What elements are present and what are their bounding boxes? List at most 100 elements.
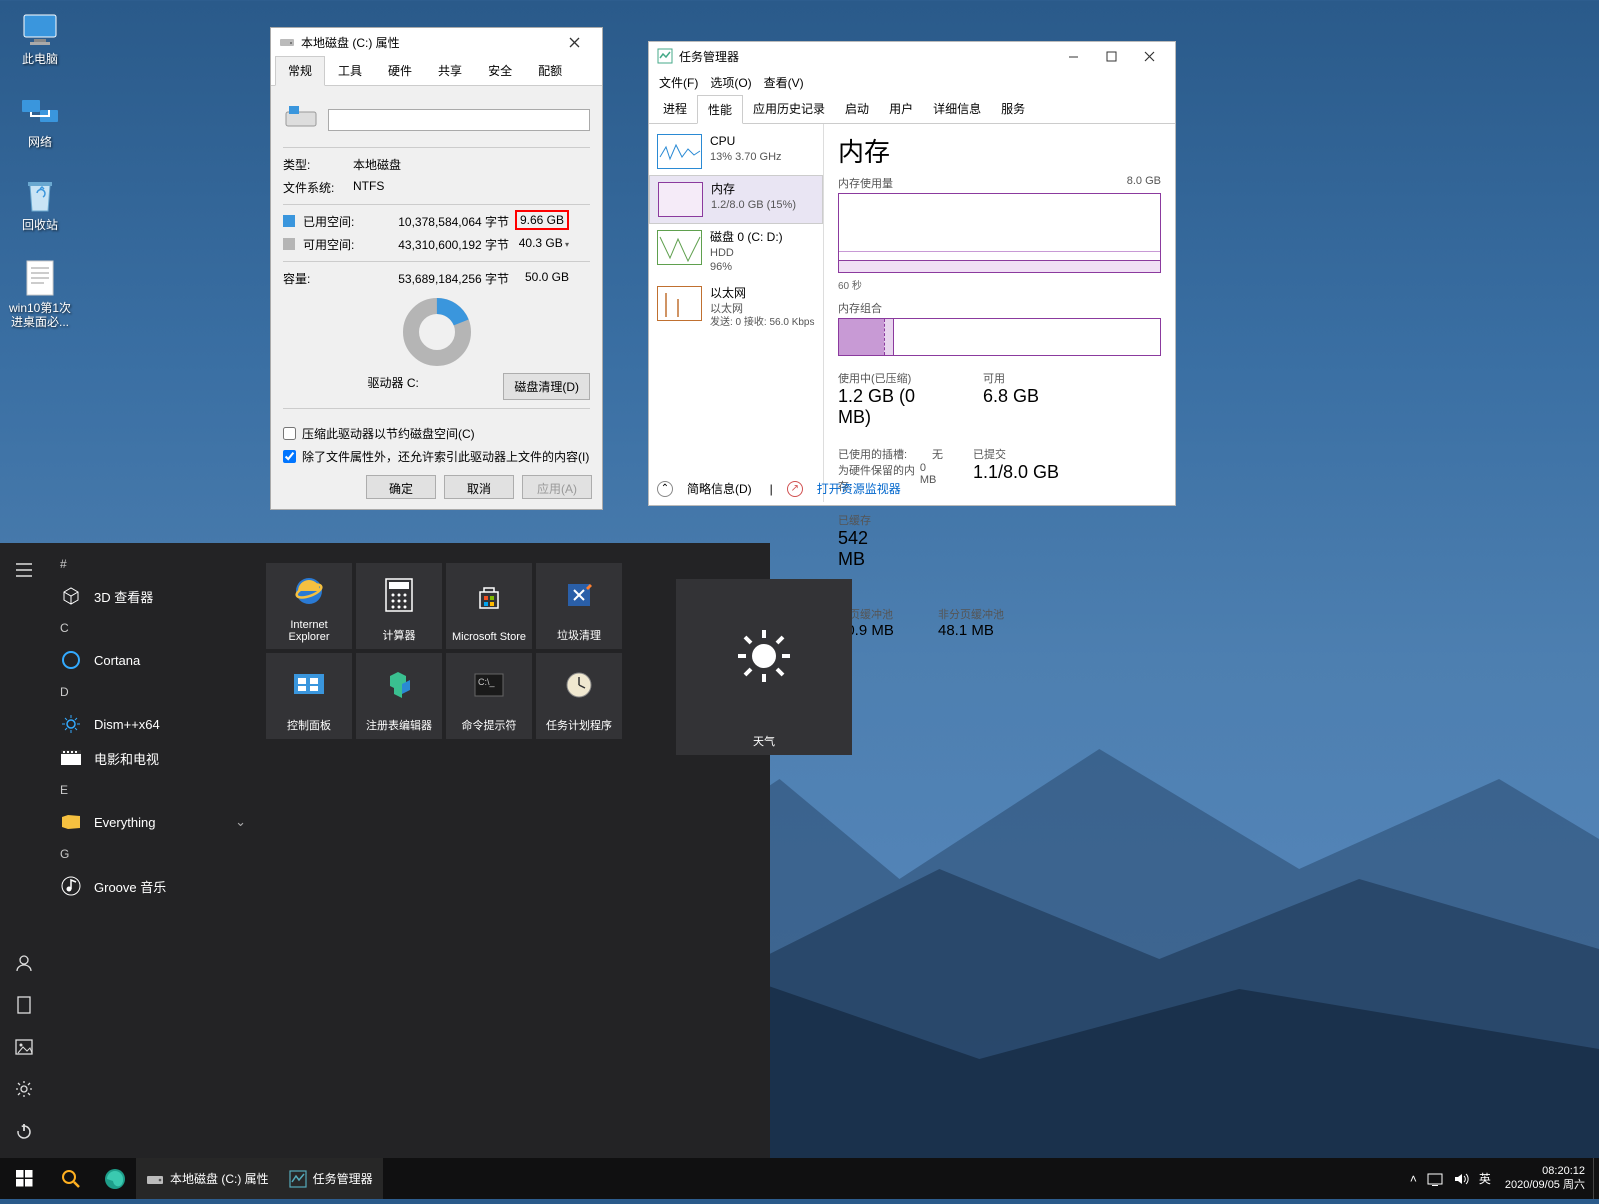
app-item[interactable]: Groove 音乐: [48, 869, 258, 903]
app-item[interactable]: Cortana: [48, 643, 258, 677]
show-desktop-button[interactable]: [1593, 1158, 1599, 1199]
tab-startup[interactable]: 启动: [835, 95, 879, 123]
label: 此电脑: [22, 52, 58, 66]
tile[interactable]: 注册表编辑器: [356, 653, 442, 739]
sidebar-disk[interactable]: 磁盘 0 (C: D:)HDD96%: [649, 224, 823, 280]
ime-indicator[interactable]: 英: [1479, 1170, 1491, 1187]
desktop-icons: 此电脑 网络 回收站 win10第1次进桌面必...: [5, 5, 75, 337]
drive-name-input[interactable]: [328, 109, 590, 131]
power-button[interactable]: [0, 1110, 48, 1152]
fs-value: NTFS: [353, 179, 384, 196]
tab-performance[interactable]: 性能: [697, 95, 743, 124]
start-app-list[interactable]: #3D 查看器CCortanaDDism++x64电影和电视EEverythin…: [48, 543, 258, 1158]
tile[interactable]: Microsoft Store: [446, 563, 532, 649]
taskbar-task-manager[interactable]: 任务管理器: [279, 1158, 383, 1199]
disk-cleanup-button[interactable]: 磁盘清理(D): [503, 373, 590, 400]
tile[interactable]: Internet Explorer: [266, 563, 352, 649]
app-item[interactable]: 电影和电视: [48, 741, 258, 775]
maximize-icon: [1106, 51, 1117, 62]
sidebar-memory[interactable]: 内存1.2/8.0 GB (15%): [649, 175, 823, 224]
app-item[interactable]: Everything⌄: [48, 805, 258, 839]
minimize-button[interactable]: [1055, 43, 1091, 69]
tm-title-text: 任务管理器: [679, 48, 739, 65]
section-header[interactable]: C: [48, 613, 258, 643]
hamburger-button[interactable]: [0, 549, 48, 591]
comp-label: 内存组合: [838, 300, 882, 316]
section-header[interactable]: D: [48, 677, 258, 707]
type-value: 本地磁盘: [353, 156, 401, 173]
index-checkbox[interactable]: 除了文件属性外，还允许索引此驱动器上文件的内容(I): [283, 448, 590, 465]
tab-app-history[interactable]: 应用历史记录: [743, 95, 835, 123]
pictures-button[interactable]: [0, 1026, 48, 1068]
network-tray-icon[interactable]: [1427, 1172, 1443, 1186]
desktop-icon-network[interactable]: 网络: [5, 88, 75, 163]
task-manager-window: 任务管理器 文件(F) 选项(O) 查看(V) 进程 性能 应用历史记录 启动 …: [648, 41, 1176, 506]
tile[interactable]: 垃圾清理: [536, 563, 622, 649]
menu-options[interactable]: 选项(O): [710, 74, 751, 91]
graph-label: 内存使用量: [838, 175, 893, 191]
start-button[interactable]: [0, 1158, 48, 1199]
user-button[interactable]: [0, 942, 48, 984]
app-item[interactable]: Dism++x64: [48, 707, 258, 741]
cancel-button[interactable]: 取消: [444, 475, 514, 499]
memory-heading: 内存: [838, 132, 1161, 169]
taskbar-edge[interactable]: [94, 1158, 136, 1199]
start-menu: #3D 查看器CCortanaDDism++x64电影和电视EEverythin…: [0, 543, 770, 1158]
capacity-gb: 50.0 GB: [509, 270, 569, 287]
documents-button[interactable]: [0, 984, 48, 1026]
apply-button[interactable]: 应用(A): [522, 475, 592, 499]
tile[interactable]: C:\_命令提示符: [446, 653, 532, 739]
desktop-icon-this-pc[interactable]: 此电脑: [5, 5, 75, 80]
tm-main-panel: 内存 内存使用量8.0 GB 60 秒 内存组合 使用中(已压缩)1.2 GB …: [824, 124, 1175, 502]
tile[interactable]: 任务计划程序: [536, 653, 622, 739]
desktop-icon-textfile[interactable]: win10第1次进桌面必...: [5, 254, 75, 329]
taskbar-drive-props[interactable]: 本地磁盘 (C:) 属性: [136, 1158, 279, 1199]
fewer-details-icon[interactable]: ⌃: [657, 481, 673, 497]
tab-processes[interactable]: 进程: [653, 95, 697, 123]
chevron-down-icon: ⌄: [235, 814, 246, 830]
drive-properties-dialog: 本地磁盘 (C:) 属性 常规 工具 硬件 共享 安全 配额 类型:本地磁盘 文…: [270, 27, 603, 510]
close-button[interactable]: [1131, 43, 1167, 69]
ok-button[interactable]: 确定: [366, 475, 436, 499]
settings-button[interactable]: [0, 1068, 48, 1110]
tile[interactable]: 计算器: [356, 563, 442, 649]
tab-hardware[interactable]: 硬件: [375, 56, 425, 85]
tray-chevron[interactable]: ˄: [1410, 1172, 1417, 1186]
desktop-icon-recycle-bin[interactable]: 回收站: [5, 171, 75, 246]
menu-file[interactable]: 文件(F): [659, 74, 698, 91]
tab-sharing[interactable]: 共享: [425, 56, 475, 85]
pc-icon: [20, 9, 60, 49]
tab-general[interactable]: 常规: [275, 56, 325, 86]
tm-titlebar[interactable]: 任务管理器: [649, 42, 1175, 70]
section-header[interactable]: #: [48, 549, 258, 579]
search-button[interactable]: [48, 1158, 94, 1199]
tile[interactable]: 控制面板: [266, 653, 352, 739]
minimize-icon: [1068, 51, 1079, 62]
app-item[interactable]: 3D 查看器: [48, 579, 258, 613]
sidebar-ethernet[interactable]: 以太网以太网发送: 0 接收: 56.0 Kbps: [649, 280, 823, 335]
tab-tools[interactable]: 工具: [325, 56, 375, 85]
sun-icon: [732, 585, 796, 727]
tab-users[interactable]: 用户: [879, 95, 923, 123]
memory-thumb: [658, 182, 703, 217]
taskbar-clock[interactable]: 08:20:12 2020/09/05 周六: [1497, 1165, 1593, 1191]
sidebar-cpu[interactable]: CPU13% 3.70 GHz: [649, 128, 823, 175]
close-button[interactable]: [554, 28, 594, 56]
tab-quota[interactable]: 配额: [525, 56, 575, 85]
volume-tray-icon[interactable]: [1453, 1172, 1469, 1186]
tile-weather[interactable]: 天气: [676, 579, 852, 755]
fewer-details-button[interactable]: 简略信息(D): [687, 480, 752, 497]
resource-monitor-link[interactable]: 打开资源监视器: [817, 480, 901, 497]
dialog-titlebar[interactable]: 本地磁盘 (C:) 属性: [271, 28, 602, 56]
compress-checkbox[interactable]: 压缩此驱动器以节约磁盘空间(C): [283, 425, 590, 442]
tab-services[interactable]: 服务: [991, 95, 1035, 123]
maximize-button[interactable]: [1093, 43, 1129, 69]
menu-view[interactable]: 查看(V): [764, 74, 804, 91]
tab-details[interactable]: 详细信息: [923, 95, 991, 123]
tab-security[interactable]: 安全: [475, 56, 525, 85]
app-icon: [60, 747, 82, 769]
drive-large-icon: [283, 100, 328, 139]
graph-xaxis: 60 秒: [838, 277, 1161, 292]
section-header[interactable]: E: [48, 775, 258, 805]
section-header[interactable]: G: [48, 839, 258, 869]
